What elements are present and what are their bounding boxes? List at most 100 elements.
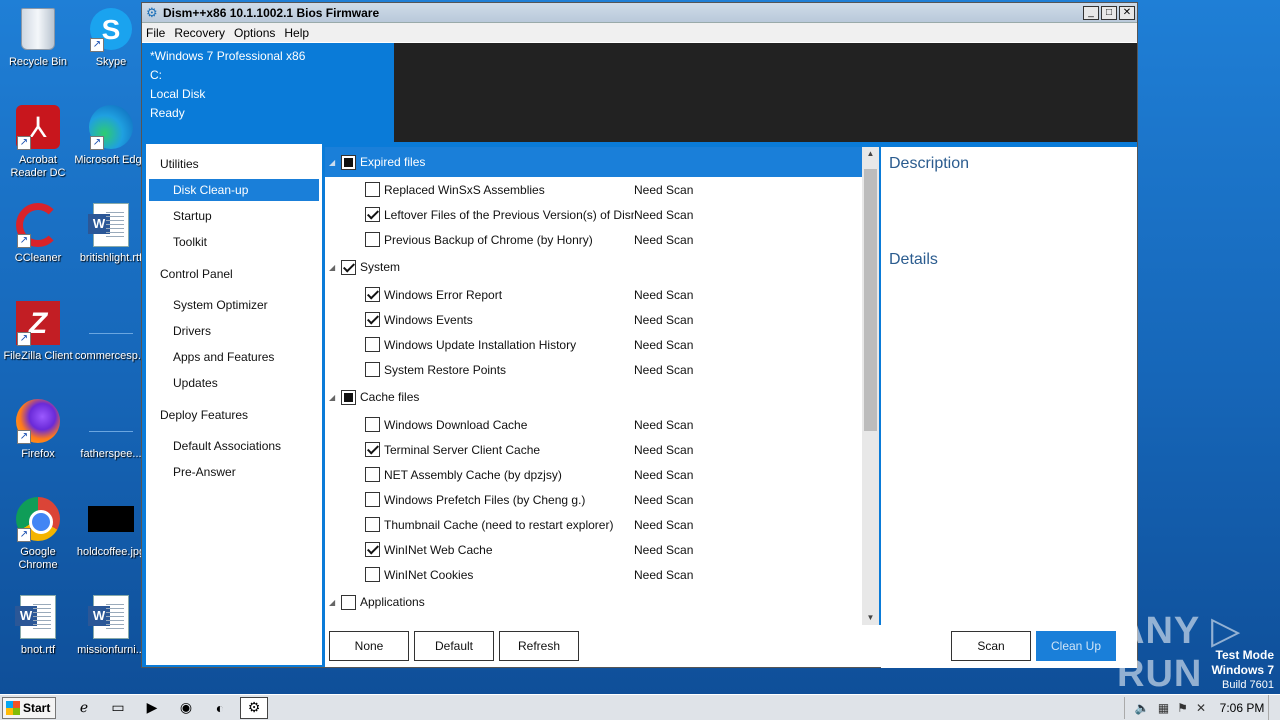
scroll-down-icon[interactable]: ▼ — [862, 611, 879, 625]
item-checkbox[interactable] — [365, 442, 380, 457]
list-item[interactable]: Thumbnail Cache (need to restart explore… — [325, 512, 879, 537]
taskbar-clock[interactable]: 7:06 PM — [1216, 701, 1268, 715]
group-checkbox[interactable] — [341, 154, 356, 170]
item-checkbox[interactable] — [365, 287, 380, 302]
group-checkbox[interactable] — [341, 594, 356, 610]
edge-shortcut[interactable]: ↗ Microsoft Edge — [73, 104, 149, 167]
menu-recovery[interactable]: Recovery — [174, 26, 225, 40]
collapse-caret-icon[interactable]: ◢ — [329, 393, 341, 402]
list-item[interactable]: Leftover Files of the Previous Version(s… — [325, 202, 879, 227]
sidebar-item-startup[interactable]: Startup — [146, 203, 322, 229]
item-name: Windows Download Cache — [384, 417, 528, 432]
commercesp-file[interactable]: commercesp... — [73, 300, 149, 363]
action-center-flag-icon[interactable]: ⚑ — [1177, 701, 1188, 715]
group-expired-files[interactable]: ◢ Expired files — [325, 147, 879, 177]
collapse-caret-icon[interactable]: ◢ — [329, 158, 341, 167]
file-explorer-icon[interactable]: ▭ — [104, 697, 132, 719]
item-name: NET Assembly Cache (by dpzjsy) — [384, 467, 562, 482]
none-button[interactable]: None — [329, 631, 409, 661]
missionfurni-file[interactable]: missionfurni... — [73, 594, 149, 657]
item-checkbox[interactable] — [365, 312, 380, 327]
item-checkbox[interactable] — [365, 182, 380, 197]
scan-button[interactable]: Scan — [951, 631, 1031, 661]
list-item[interactable]: NET Assembly Cache (by dpzjsy) Need Scan — [325, 462, 879, 487]
title-bar[interactable]: ⚙ Dism++x86 10.1.1002.1 Bios Firmware _ … — [142, 3, 1137, 23]
item-checkbox[interactable] — [365, 467, 380, 482]
list-item[interactable]: Previous Backup of Chrome (by Honry) Nee… — [325, 227, 879, 252]
list-item[interactable]: WinINet Cookies Need Scan — [325, 562, 879, 587]
list-item[interactable]: Windows Prefetch Files (by Cheng g.) Nee… — [325, 487, 879, 512]
item-checkbox[interactable] — [365, 232, 380, 247]
default-button[interactable]: Default — [414, 631, 494, 661]
image-info-panel[interactable]: *Windows 7 Professional x86 C: Local Dis… — [142, 43, 394, 142]
recycle-bin-shortcut[interactable]: Recycle Bin — [0, 6, 76, 69]
fatherspee-file[interactable]: fatherspee... — [73, 398, 149, 461]
dism-taskbar-icon[interactable]: ⚙ — [240, 696, 268, 719]
sidebar-item-disk-cleanup[interactable]: Disk Clean-up — [149, 179, 319, 201]
list-item[interactable]: Windows Download Cache Need Scan — [325, 412, 879, 437]
close-button[interactable]: ✕ — [1119, 5, 1135, 20]
acrobat-shortcut[interactable]: ⅄ ↗ Acrobat Reader DC — [0, 104, 76, 180]
media-player-icon[interactable]: ▶ — [138, 697, 166, 719]
ccleaner-shortcut[interactable]: ↗ CCleaner — [0, 202, 76, 265]
collapse-caret-icon[interactable]: ◢ — [329, 263, 341, 272]
sidebar-item-default-associations[interactable]: Default Associations — [146, 433, 322, 459]
collapse-caret-icon[interactable]: ◢ — [329, 598, 341, 607]
item-checkbox[interactable] — [365, 492, 380, 507]
list-item[interactable]: Replaced WinSxS Assemblies Need Scan — [325, 177, 879, 202]
volume-icon[interactable]: 🔈 — [1135, 701, 1150, 715]
list-item[interactable]: Windows Events Need Scan — [325, 307, 879, 332]
sidebar-item-updates[interactable]: Updates — [146, 370, 322, 396]
group-cache-files[interactable]: ◢ Cache files — [325, 382, 879, 412]
list-item[interactable]: WinINet Web Cache Need Scan — [325, 537, 879, 562]
group-applications[interactable]: ◢ Applications — [325, 587, 879, 617]
maximize-button[interactable]: □ — [1101, 5, 1117, 20]
menu-options[interactable]: Options — [234, 26, 275, 40]
item-checkbox[interactable] — [365, 362, 380, 377]
menu-help[interactable]: Help — [284, 26, 309, 40]
details-pane: Description Details — [881, 147, 1137, 668]
item-checkbox[interactable] — [365, 207, 380, 222]
item-checkbox[interactable] — [365, 417, 380, 432]
filezilla-shortcut[interactable]: Z ↗ FileZilla Client — [0, 300, 76, 363]
network-icon[interactable]: ▦ — [1158, 701, 1169, 715]
sidebar-item-apps-features[interactable]: Apps and Features — [146, 344, 322, 370]
menu-file[interactable]: File — [146, 26, 165, 40]
skype-icon: S ↗ — [88, 6, 134, 52]
speaker-off-icon[interactable]: ✕ — [1196, 701, 1206, 715]
start-button[interactable]: Start — [2, 696, 56, 719]
item-checkbox[interactable] — [365, 567, 380, 582]
list-item[interactable]: Terminal Server Client Cache Need Scan — [325, 437, 879, 462]
scroll-thumb[interactable] — [864, 169, 877, 431]
sidebar-item-toolkit[interactable]: Toolkit — [146, 229, 322, 255]
item-checkbox[interactable] — [365, 517, 380, 532]
group-checkbox[interactable] — [341, 259, 356, 275]
list-item[interactable]: System Restore Points Need Scan — [325, 357, 879, 382]
refresh-button[interactable]: Refresh — [499, 631, 579, 661]
firefox-shortcut[interactable]: ↗ Firefox — [0, 398, 76, 461]
list-item[interactable]: Windows Error Report Need Scan — [325, 282, 879, 307]
minimize-button[interactable]: _ — [1083, 5, 1099, 20]
list-scrollbar[interactable]: ▲ ▼ — [862, 147, 879, 625]
skype-shortcut[interactable]: S ↗ Skype — [73, 6, 149, 69]
sidebar-item-system-optimizer[interactable]: System Optimizer — [146, 292, 322, 318]
window-title: Dism++x86 10.1.1002.1 Bios Firmware — [163, 5, 380, 20]
group-checkbox[interactable] — [341, 389, 356, 405]
scroll-up-icon[interactable]: ▲ — [862, 147, 879, 161]
item-checkbox[interactable] — [365, 542, 380, 557]
sidebar-item-pre-answer[interactable]: Pre-Answer — [146, 459, 322, 485]
bnot-file[interactable]: bnot.rtf — [0, 594, 76, 657]
chrome-shortcut[interactable]: ↗ Google Chrome — [0, 496, 76, 572]
chrome-taskbar-icon[interactable]: ◉ — [172, 697, 200, 719]
holdcoffee-file[interactable]: holdcoffee.jpg — [73, 496, 149, 559]
list-item[interactable]: Windows Update Installation History Need… — [325, 332, 879, 357]
show-desktop-button[interactable] — [1268, 694, 1280, 720]
britishlight-file[interactable]: britishlight.rtf — [73, 202, 149, 265]
sidebar-item-drivers[interactable]: Drivers — [146, 318, 322, 344]
item-checkbox[interactable] — [365, 337, 380, 352]
group-label: Expired files — [360, 155, 426, 169]
edge-taskbar-icon[interactable]: ◐ — [206, 697, 234, 719]
group-system[interactable]: ◢ System — [325, 252, 879, 282]
cleanup-button[interactable]: Clean Up — [1036, 631, 1116, 661]
internet-explorer-icon[interactable]: ℯ — [70, 697, 98, 719]
